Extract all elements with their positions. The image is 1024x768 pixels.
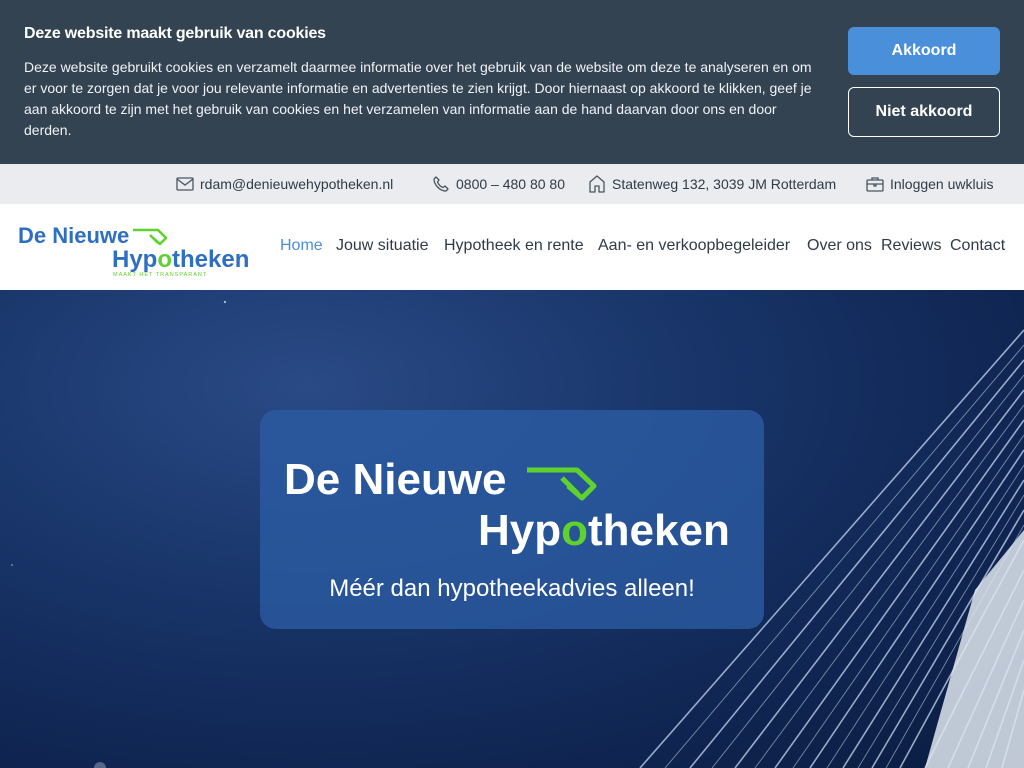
briefcase-icon xyxy=(866,177,884,192)
address-text: Statenweg 132, 3039 JM Rotterdam xyxy=(612,176,837,192)
phone-icon xyxy=(433,176,449,192)
email-link[interactable]: rdam@denieuwehypotheken.nl xyxy=(176,164,393,204)
address-link[interactable]: Statenweg 132, 3039 JM Rotterdam xyxy=(588,164,836,204)
decline-cookies-button[interactable]: Niet akkoord xyxy=(848,87,1000,137)
cookie-banner: Deze website maakt gebruik van cookies D… xyxy=(0,0,1024,164)
cookie-text: Deze website gebruikt cookies en verzame… xyxy=(24,59,812,138)
logo-slogan: MAAKT HET TRANSPARANT xyxy=(113,272,207,278)
site-logo[interactable]: De Nieuwe Hypotheken MAAKT HET TRANSPARA… xyxy=(18,218,248,280)
logo-line2: Hypotheken xyxy=(112,246,248,273)
accept-cookies-button[interactable]: Akkoord xyxy=(848,27,1000,75)
cookie-title: Deze website maakt gebruik van cookies xyxy=(24,25,326,42)
hero-logo-line1: De Nieuwe xyxy=(284,455,507,504)
nav-aan-en-verkoopbegeleider[interactable]: Aan- en verkoopbegeleider xyxy=(598,237,790,255)
email-text: rdam@denieuwehypotheken.nl xyxy=(200,176,394,192)
nav-contact[interactable]: Contact xyxy=(950,237,1005,255)
main-navbar: De Nieuwe Hypotheken MAAKT HET TRANSPARA… xyxy=(0,204,1024,290)
mail-icon xyxy=(176,177,194,191)
hand-logo-icon xyxy=(133,228,168,246)
hand-logo-icon xyxy=(527,467,597,501)
hero-tagline: Méér dan hypotheekadvies alleen! xyxy=(329,575,695,602)
phone-link[interactable]: 0800 – 480 80 80 xyxy=(432,164,565,204)
nav-home[interactable]: Home xyxy=(280,237,323,255)
nav-jouw-situatie[interactable]: Jouw situatie xyxy=(336,237,429,255)
nav-over-ons[interactable]: Over ons xyxy=(807,237,872,255)
home-icon xyxy=(589,175,605,193)
nav-hypotheek-en-rente[interactable]: Hypotheek en rente xyxy=(444,237,584,255)
hero-section: De Nieuwe Hypotheken Méér dan hypotheeka… xyxy=(0,290,1024,768)
phone-text: 0800 – 480 80 80 xyxy=(456,176,565,192)
login-vault-link[interactable]: Inloggen uwkluis xyxy=(866,164,994,204)
contact-bar: rdam@denieuwehypotheken.nl 0800 – 480 80… xyxy=(0,164,1024,204)
login-text: Inloggen uwkluis xyxy=(890,176,994,192)
nav-reviews[interactable]: Reviews xyxy=(881,237,941,255)
hero-card: De Nieuwe Hypotheken Méér dan hypotheeka… xyxy=(260,410,764,629)
hero-logo-line2: Hypotheken xyxy=(478,506,730,555)
hero-logo: De Nieuwe Hypotheken xyxy=(284,455,730,555)
logo-line1: De Nieuwe xyxy=(18,223,129,248)
